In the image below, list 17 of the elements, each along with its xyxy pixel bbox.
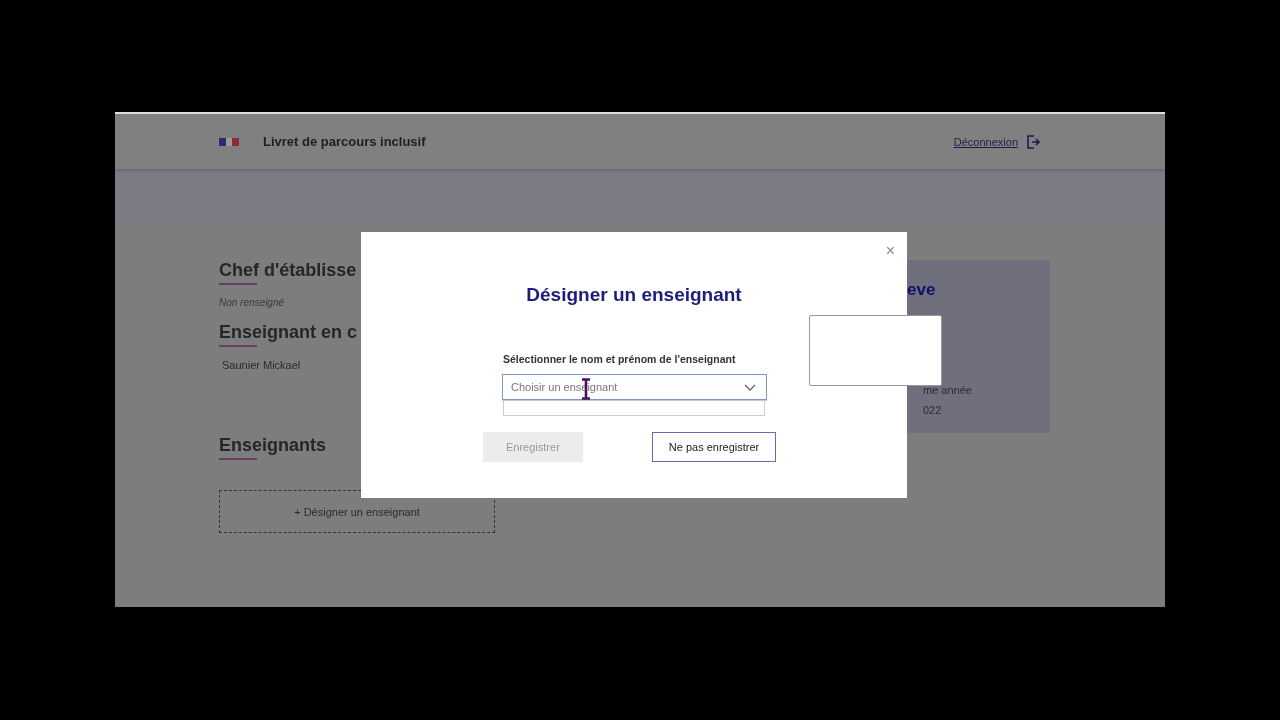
logout-link[interactable]: Déconnexion bbox=[953, 135, 1018, 148]
panel-text: 022 bbox=[922, 404, 943, 416]
section-heading: Chef d'établisse bbox=[219, 260, 357, 285]
section-heading: Enseignants bbox=[219, 435, 327, 460]
close-button[interactable]: × bbox=[881, 242, 899, 260]
site-title: Livret de parcours inclusif bbox=[263, 134, 426, 149]
flag-icon bbox=[219, 137, 239, 146]
panel-heading: eve bbox=[907, 280, 937, 300]
modal-title: Désigner un enseignant bbox=[526, 284, 742, 306]
section-value: Saunier Mickael bbox=[222, 359, 301, 371]
section-value: Non renseigné bbox=[219, 297, 285, 308]
panel-text: me année bbox=[922, 384, 973, 396]
field-label: Sélectionner le nom et prénom de l'enseignant bbox=[503, 353, 736, 365]
chevron-down-icon bbox=[744, 384, 756, 391]
cancel-button[interactable]: Ne pas enregistrer bbox=[651, 432, 777, 462]
logout-icon[interactable] bbox=[1026, 134, 1040, 149]
section-heading: Enseignant en c bbox=[219, 322, 358, 347]
